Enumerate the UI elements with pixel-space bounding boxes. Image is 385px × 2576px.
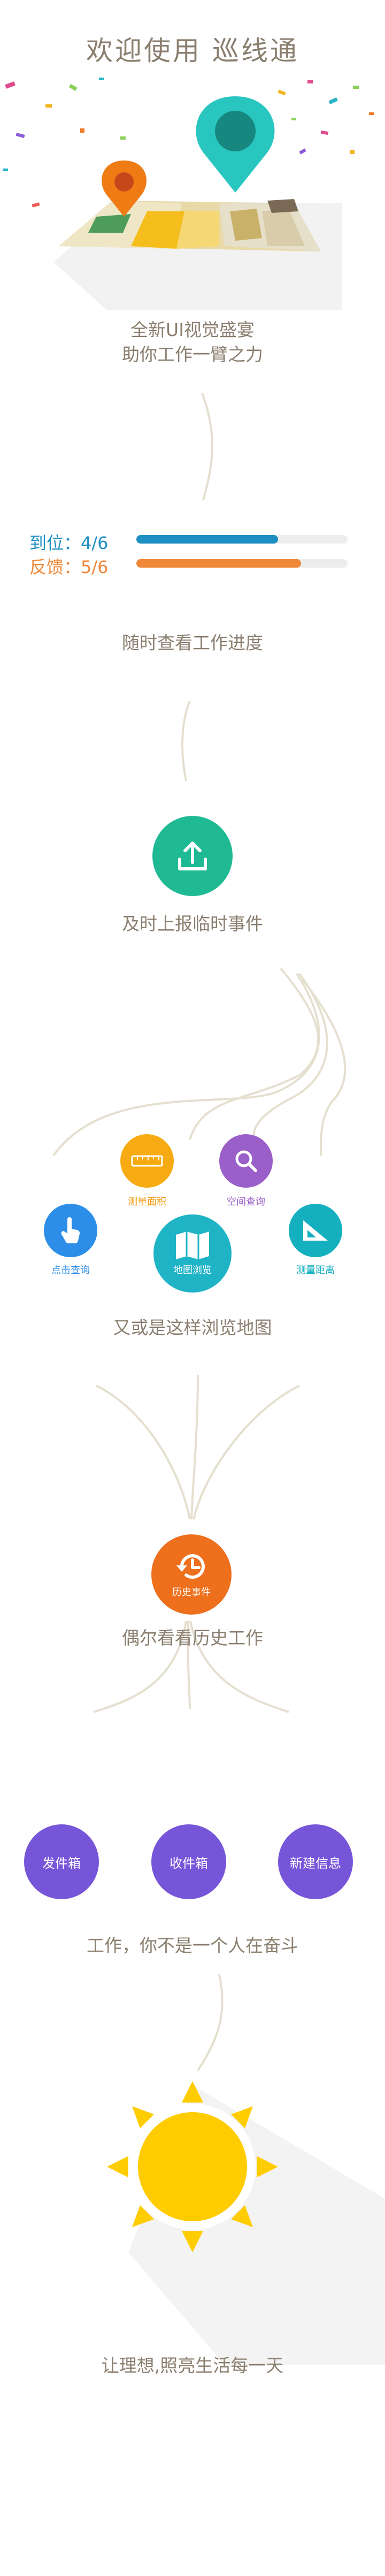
outbox-button[interactable]: 发件箱 [24, 1824, 99, 1899]
mail-caption: 工作，你不是一个人在奋斗 [87, 1935, 298, 1956]
progress-caption: 随时查看工作进度 [122, 632, 263, 653]
map-caption: 又或是这样浏览地图 [113, 1317, 272, 1338]
history-events-label: 历史事件 [172, 1587, 211, 1598]
click-query-button[interactable] [44, 1204, 97, 1257]
arrival-progress-fill [136, 535, 278, 544]
set-square-icon [303, 1220, 328, 1241]
new-message-button[interactable]: 新建信息 [278, 1824, 353, 1899]
outbox-label: 发件箱 [42, 1855, 81, 1871]
measure-distance-label: 测量距离 [296, 1265, 335, 1276]
new-message-label: 新建信息 [290, 1855, 341, 1871]
history-clock-icon [176, 1554, 205, 1579]
map-browse-button[interactable]: 地图浏览 [153, 1214, 232, 1293]
page-title: 欢迎使用 巡线通 [86, 35, 299, 66]
space-query-button[interactable] [219, 1134, 273, 1188]
map-illustration [53, 96, 342, 310]
upload-event-button[interactable] [152, 816, 233, 896]
feedback-progress-track [136, 559, 348, 568]
measure-distance-button[interactable] [289, 1204, 342, 1257]
history-events-button[interactable]: 历史事件 [151, 1534, 232, 1615]
inbox-button[interactable]: 收件箱 [151, 1824, 226, 1899]
measure-area-label: 测量面积 [128, 1196, 166, 1207]
history-caption: 偶尔看看历史工作 [122, 1627, 263, 1648]
closing-caption: 让理想,照亮生活每一天 [101, 2355, 284, 2376]
arrival-progress-label: 到位：4/6 [29, 533, 109, 553]
measure-area-button[interactable] [120, 1134, 174, 1188]
upload-caption: 及时上报临时事件 [122, 913, 263, 934]
folded-map-icon [176, 1232, 209, 1259]
arrival-progress-track [136, 535, 348, 544]
feedback-progress-label: 反馈：5/6 [29, 557, 109, 577]
intro-line-2: 助你工作一臂之力 [122, 344, 263, 365]
ruler-icon [131, 1155, 163, 1167]
intro-line-1: 全新UI视觉盛宴 [130, 319, 255, 340]
click-query-label: 点击查询 [51, 1265, 90, 1276]
inbox-label: 收件箱 [170, 1855, 208, 1871]
map-browse-label: 地图浏览 [173, 1265, 212, 1276]
magnifier-icon [235, 1150, 257, 1172]
sun-illustration [107, 2081, 385, 2365]
space-query-label: 空间查询 [227, 1196, 265, 1207]
pointer-hand-icon [61, 1217, 80, 1244]
feedback-progress-fill [136, 559, 302, 568]
upload-icon [178, 842, 207, 870]
